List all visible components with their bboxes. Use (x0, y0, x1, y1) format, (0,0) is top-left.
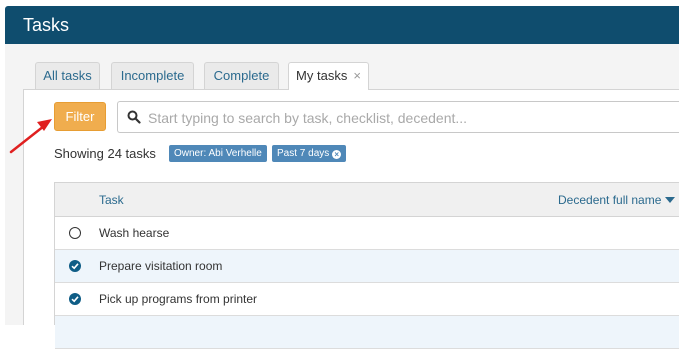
filter-button[interactable]: Filter (54, 102, 106, 131)
search-input[interactable] (146, 106, 670, 130)
task-name: Prepare visitation room (99, 259, 223, 273)
table-row[interactable]: Pick up programs from printer (55, 283, 679, 316)
tab-label: My tasks (296, 68, 348, 83)
tab-label: Incomplete (120, 68, 185, 83)
column-header-decedent[interactable]: Decedent full name (558, 193, 676, 207)
table-row[interactable]: Prepare visitation room (55, 250, 679, 283)
table-header: Task Decedent full name (55, 183, 679, 217)
filter-button-label: Filter (65, 109, 95, 124)
task-name: Pick up programs from printer (99, 292, 258, 306)
search-box (117, 101, 679, 133)
column-header-label: Decedent full name (558, 193, 662, 207)
owner-filter-chip[interactable]: Owner: Abi Verhelle (169, 145, 267, 162)
chip-label: Owner: Abi Verhelle (174, 148, 262, 159)
page-title: Tasks (23, 15, 70, 35)
tab-all-tasks[interactable]: All tasks (35, 62, 100, 89)
sort-desc-icon (665, 197, 676, 203)
table-row[interactable]: Wash hearse (55, 217, 679, 250)
close-icon[interactable]: × (353, 68, 361, 83)
chip-label: Past 7 days (277, 148, 330, 159)
check-circle-icon[interactable] (69, 293, 81, 305)
check-circle-icon[interactable] (69, 260, 81, 272)
app-header: Tasks (5, 6, 679, 44)
tab-my-tasks[interactable]: My tasks × (288, 62, 369, 90)
tab-complete[interactable]: Complete (204, 62, 279, 89)
tab-label: All tasks (43, 68, 92, 83)
incomplete-circle-icon[interactable] (69, 227, 81, 239)
tab-label: Complete (213, 68, 270, 83)
results-count: Showing 24 tasks (54, 146, 156, 161)
date-filter-chip[interactable]: Past 7 days × (272, 145, 347, 162)
task-name: Wash hearse (99, 226, 170, 240)
remove-filter-icon[interactable]: × (332, 150, 342, 159)
search-icon (127, 110, 141, 124)
table-row[interactable] (55, 316, 679, 349)
column-header-task[interactable]: Task (99, 193, 124, 207)
tasks-table: Task Decedent full name Wash hearse Prep… (54, 182, 679, 349)
tab-incomplete[interactable]: Incomplete (111, 62, 194, 89)
